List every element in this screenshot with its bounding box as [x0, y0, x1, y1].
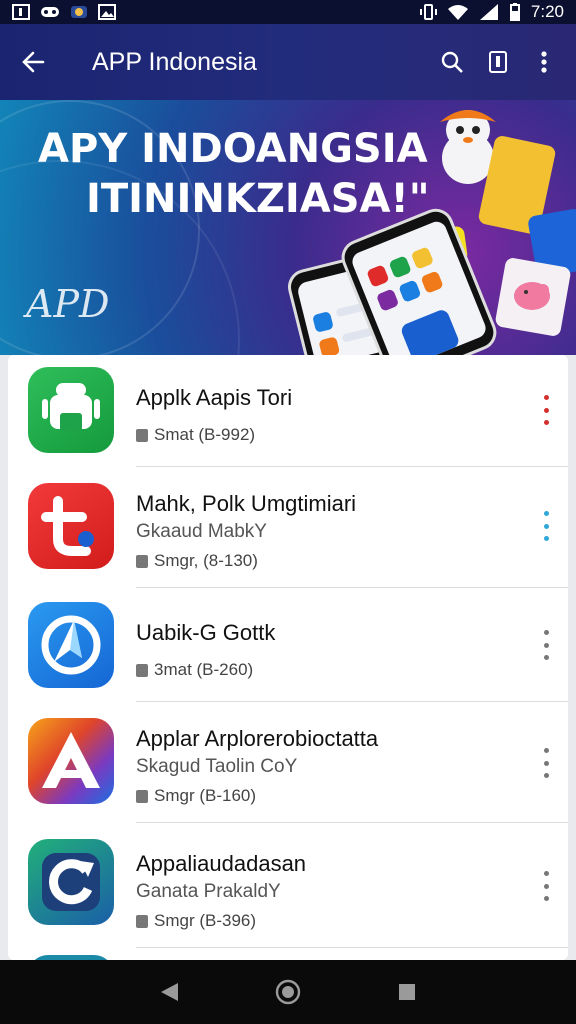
banner-logo: APD [26, 282, 110, 326]
circle-home-icon [275, 979, 301, 1005]
app-meta: Smgr (B-396) [136, 911, 256, 931]
signal-icon [479, 4, 498, 20]
battery-icon [509, 3, 520, 21]
item-menu-button[interactable] [538, 871, 554, 901]
status-bar: 7:20 [0, 0, 576, 24]
app-meta: Smgr, (8-130) [136, 551, 258, 571]
t-logo-icon [28, 483, 114, 569]
nav-back-button[interactable] [149, 972, 189, 1012]
search-icon [441, 51, 463, 73]
search-button[interactable] [436, 42, 468, 82]
app-meta: 3mat (B-260) [136, 660, 253, 680]
more-vertical-icon [543, 871, 549, 876]
app-developer: Ganata PrakaldY [136, 881, 281, 902]
app-name: Applar Arplorerobioctatta [136, 726, 379, 751]
image-icon [98, 4, 116, 20]
app-meta: Smat (B-992) [136, 425, 255, 445]
app-size: Smgr (B-396) [154, 911, 257, 930]
more-vertical-icon [543, 748, 549, 753]
more-vertical-icon [541, 51, 547, 73]
piggy-bank-icon [514, 282, 550, 310]
item-menu-button[interactable] [538, 511, 554, 541]
list-item[interactable]: Applk Aapis Tori Smat (B-992) [8, 355, 568, 467]
more-vertical-icon [543, 395, 549, 400]
a-logo-icon [28, 718, 114, 804]
system-nav-bar [0, 960, 576, 1024]
app-meta: Smgr (B-160) [136, 786, 256, 806]
lock-icon [136, 914, 148, 928]
wifi-icon [447, 5, 468, 20]
more-vertical-icon [543, 511, 549, 516]
app-name: Applk Aapis Tori [136, 385, 293, 410]
list-item[interactable]: Mahk, Polk Umgtimiari Gkaaud MabkY Smgr,… [8, 467, 568, 588]
list-item[interactable]: Appaliaudadasan Ganata PrakaldY Smgr (B-… [8, 823, 568, 948]
lock-icon [136, 663, 148, 677]
app-list: Applk Aapis Tori Smat (B-992) Mahk, Polk… [8, 355, 568, 960]
page-title: APP Indonesia [92, 47, 257, 76]
status-time: 7:20 [530, 2, 564, 21]
android-icon [28, 367, 114, 453]
gamepad-icon [41, 7, 59, 17]
paper-plane-icon [28, 602, 114, 688]
nav-recents-button[interactable] [387, 972, 427, 1012]
list-item[interactable]: Uabik-G Gottk 3mat (B-260) [8, 588, 568, 702]
banner-subheadline: ITININKZIASA!" [86, 176, 430, 222]
item-menu-button[interactable] [538, 748, 554, 778]
refresh-logo-icon [28, 839, 114, 925]
app-developer: Skagud Taolin CoY [136, 756, 298, 777]
notification-box-icon [12, 4, 30, 20]
square-recents-icon [398, 984, 415, 1000]
app-developer: Gkaaud MabkY [136, 521, 267, 542]
lock-icon [136, 428, 148, 442]
app-name: Appaliaudadasan [136, 851, 307, 876]
app-name: Mahk, Polk Umgtimiari [136, 491, 357, 516]
app-badge-icon [71, 6, 87, 18]
item-menu-button[interactable] [538, 630, 554, 660]
nav-home-button[interactable] [268, 972, 308, 1012]
arrow-left-icon [22, 51, 45, 73]
app-size: 3mat (B-260) [154, 660, 254, 679]
divider [136, 947, 568, 948]
item-menu-button[interactable] [538, 395, 554, 425]
document-icon [489, 51, 507, 73]
promo-banner[interactable]: APY INDOANGSIA ITININKZIASA!" APD [0, 100, 576, 355]
app-size: Smat (B-992) [154, 425, 256, 444]
more-vertical-icon [543, 630, 549, 635]
document-button[interactable] [482, 42, 514, 82]
vibrate-icon [419, 4, 437, 20]
app-size: Smgr, (8-130) [154, 551, 258, 570]
app-name: Uabik-G Gottk [136, 620, 276, 645]
back-button[interactable] [0, 24, 66, 100]
overflow-menu-button[interactable] [528, 42, 560, 82]
toolbar: APP Indonesia [0, 24, 576, 100]
banner-headline: APY INDOANGSIA [38, 126, 428, 172]
lock-icon [136, 789, 148, 803]
list-item[interactable]: Applar Arplorerobioctatta Skagud Taolin … [8, 702, 568, 823]
lock-icon [136, 554, 148, 568]
app-size: Smgr (B-160) [154, 786, 257, 805]
triangle-back-icon [161, 983, 179, 1001]
